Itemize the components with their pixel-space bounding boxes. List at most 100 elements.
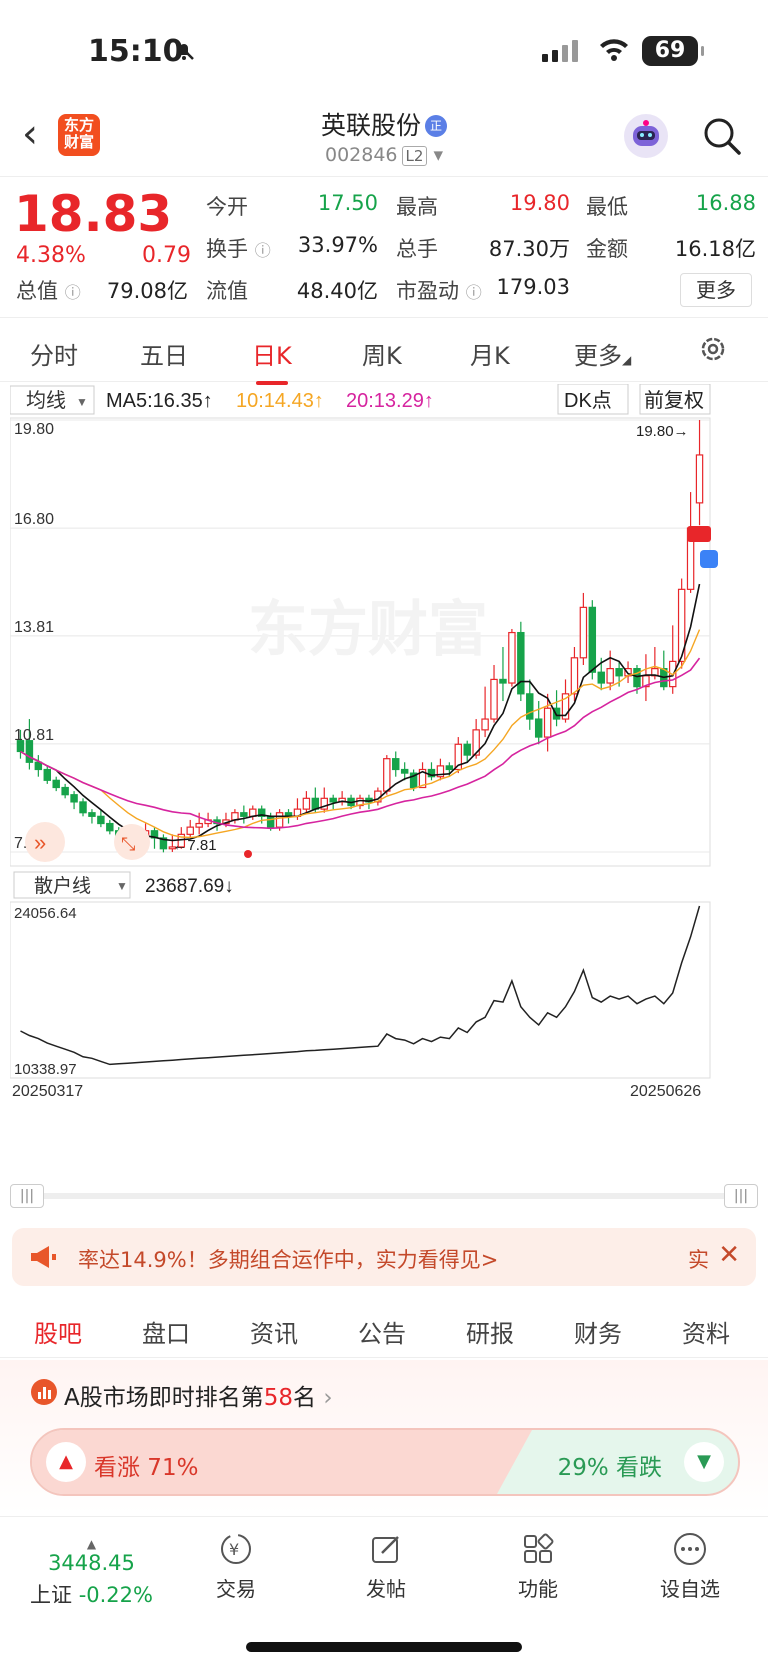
candle-body [597, 671, 605, 684]
slider-right-handle[interactable]: ||| [724, 1184, 758, 1208]
double-chevron-icon: » [34, 830, 46, 855]
status-time: 15:10 [88, 34, 184, 69]
tab-weekly-k[interactable]: 周K [362, 336, 402, 371]
candle-body [61, 786, 69, 796]
candle-body [400, 768, 409, 774]
candle-body [266, 815, 275, 828]
chart-period-tabs: 分时 五日 日K 周K 月K 更多◢ [0, 320, 768, 385]
trade-icon: ¥ [218, 1531, 254, 1567]
candle-body [695, 454, 704, 504]
tab-pankou[interactable]: 盘口 [142, 1314, 190, 1349]
mktcap-value: 79.08亿 [106, 279, 188, 303]
candle-body [311, 797, 320, 810]
k-line-chart[interactable]: 均线 ▼ MA5:16.35↑ 10:14.43↑ 20:13.29↑ DK点 … [10, 384, 758, 1154]
candle-body [392, 758, 400, 771]
tab-timeshare[interactable]: 分时 [30, 336, 78, 371]
nav-add-watchlist[interactable]: 设自选 [650, 1531, 730, 1602]
slider-left-handle[interactable]: ||| [10, 1184, 44, 1208]
high-label: 最高 [396, 195, 438, 219]
candle-body [302, 797, 311, 810]
candle-body [329, 797, 337, 803]
candle-body [508, 631, 516, 684]
candle-body [615, 668, 623, 677]
ad-tag: 实 [688, 1248, 709, 1272]
tab-profile[interactable]: 资料 [682, 1314, 730, 1349]
tab-daily-k[interactable]: 日K [252, 336, 292, 385]
candle-body [195, 822, 203, 828]
float-value: 48.40亿 [296, 279, 378, 303]
candle-body [186, 826, 194, 835]
end-date: 20250626 [630, 1083, 701, 1100]
nav-trade[interactable]: ¥ 交易 [196, 1531, 276, 1602]
vote-down-icon[interactable]: ▼ [684, 1442, 724, 1482]
candle-body [97, 815, 105, 825]
open-value: 17.50 [317, 191, 378, 215]
ma5-value: MA5:16.35↑ [106, 390, 213, 412]
high-marker: 19.80→ [636, 423, 689, 440]
settings-gear-icon[interactable] [698, 334, 728, 370]
candle-body [43, 768, 51, 781]
candle-body [606, 668, 614, 684]
indicator-label: 散户线 [34, 875, 91, 897]
close-icon[interactable]: ✕ [718, 1240, 740, 1270]
candle-body [445, 765, 454, 771]
tab-more[interactable]: 更多◢ [574, 336, 631, 371]
candle-body [481, 718, 489, 731]
ma10-value: 10:14.43↑ [236, 390, 324, 412]
sell-signal-icon[interactable] [700, 550, 718, 568]
edit-icon [368, 1531, 404, 1567]
tab-guba[interactable]: 股吧 [34, 1314, 82, 1365]
index-widget[interactable]: ▲ 3448.45 上证 -0.22% [30, 1537, 153, 1609]
more-button[interactable]: 更多 [680, 273, 752, 307]
y-tick-label: 10.81 [14, 727, 54, 744]
turnover-label: 换手 ⓘ [206, 237, 271, 261]
indicator-current: 23687.69↓ [145, 876, 234, 897]
bar-chart-icon [30, 1378, 58, 1410]
tab-announcements[interactable]: 公告 [358, 1314, 406, 1349]
open-label: 今开 [206, 195, 248, 219]
candle-body [240, 812, 248, 817]
megaphone-icon [28, 1242, 58, 1276]
search-icon[interactable] [702, 116, 742, 160]
vote-up-label[interactable]: 看涨 71% [94, 1448, 198, 1482]
candle-body [526, 693, 534, 720]
signal-dot [244, 850, 252, 858]
stock-header: ‹ 东方 财富 英联股份正 002846 L2 ▾ [0, 100, 768, 176]
quote-panel: 18.83 4.38% 0.79 今开 17.50 最高 19.80 最低 16… [0, 176, 768, 318]
current-price: 18.83 [14, 185, 173, 243]
ad-text: 率达14.9%！多期组合运作中，实力看得见> [78, 1248, 499, 1272]
caret-up-icon: ▲ [86, 1537, 97, 1551]
low-value: 16.88 [695, 191, 756, 215]
rank-text[interactable]: A股市场即时排名第58名 › [64, 1378, 333, 1412]
info-icon: ⓘ [254, 241, 271, 260]
tab-news[interactable]: 资讯 [250, 1314, 298, 1349]
nav-functions[interactable]: 功能 [498, 1531, 578, 1602]
buy-signal-icon[interactable] [687, 526, 711, 542]
chevron-right-icon: › [323, 1385, 333, 1411]
candle-body [275, 812, 284, 828]
tab-5day[interactable]: 五日 [140, 336, 188, 371]
tab-monthly-k[interactable]: 月K [470, 336, 510, 371]
high-value: 19.80 [509, 191, 570, 215]
wifi-icon [598, 36, 630, 66]
pe-label: 市盈动 ⓘ [396, 279, 482, 303]
ad-banner[interactable]: 率达14.9%！多期组合运作中，实力看得见> 实 ✕ [12, 1228, 756, 1286]
assistant-robot-icon[interactable] [624, 114, 668, 158]
tab-research[interactable]: 研报 [466, 1314, 514, 1349]
mute-bell-icon [172, 38, 196, 66]
candle-body [534, 718, 543, 738]
more-dots-icon [672, 1531, 708, 1567]
stock-code: 002846 [324, 144, 398, 166]
rank-section: A股市场即时排名第58名 › ▲ 看涨 71% 29% 看跌 ▼ [0, 1360, 768, 1514]
amount-value: 16.18亿 [674, 237, 756, 261]
nav-post[interactable]: 发帖 [346, 1531, 426, 1602]
range-slider[interactable]: ||| ||| [10, 1184, 758, 1208]
status-badge: 正 [425, 115, 447, 137]
y-tick-label: 13.81 [14, 619, 54, 636]
cellular-signal-icon [542, 40, 582, 66]
volume-label: 总手 [396, 237, 438, 261]
vote-down-label[interactable]: 29% 看跌 [558, 1448, 662, 1482]
tab-finance[interactable]: 财务 [574, 1314, 622, 1349]
caret-down-icon: ▼ [116, 879, 128, 893]
vote-up-icon[interactable]: ▲ [46, 1442, 86, 1482]
